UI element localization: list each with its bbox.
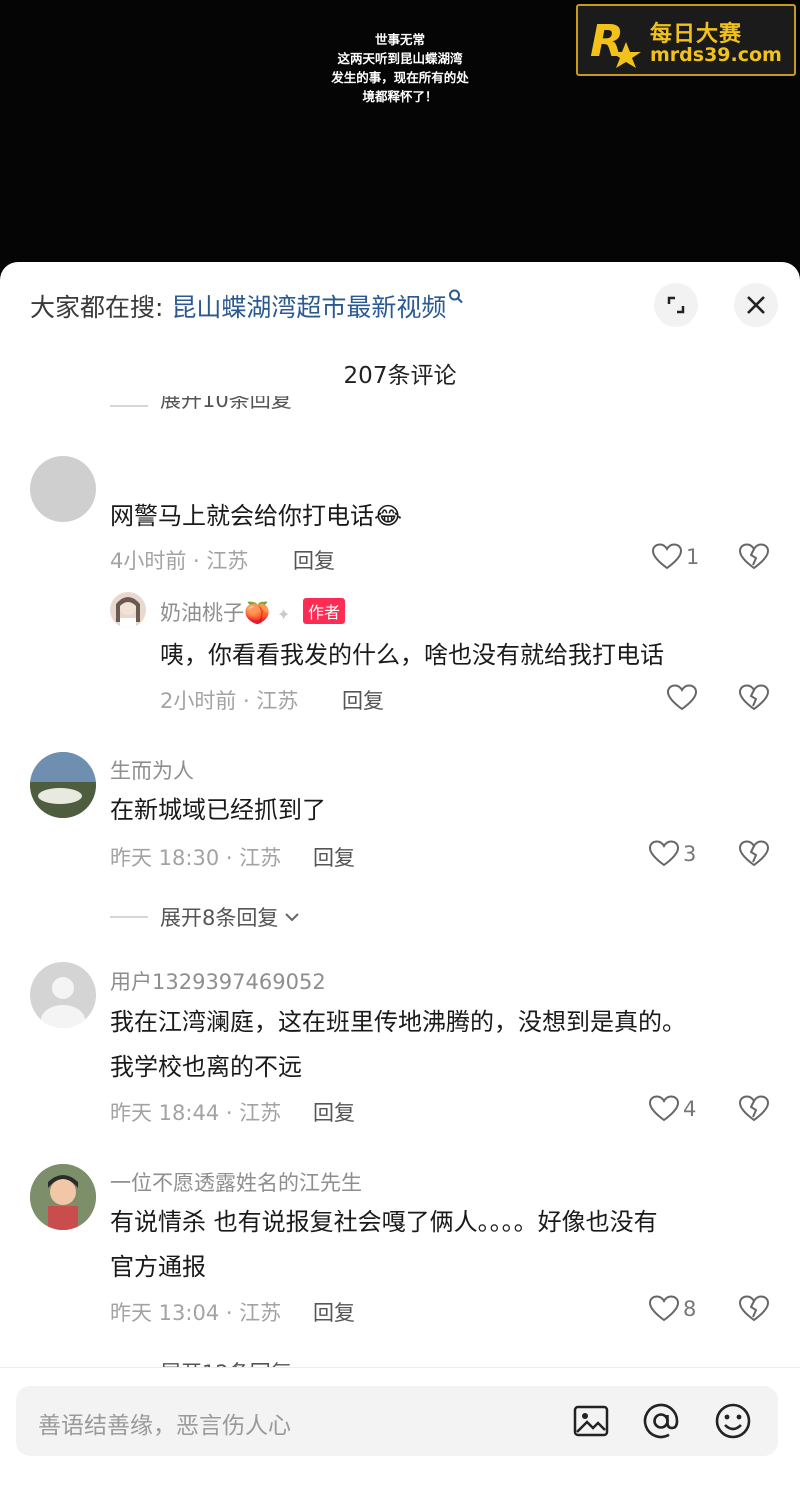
comment-input-bar: 善语结善缘，恶言伤人心 bbox=[0, 1367, 800, 1491]
like-button[interactable]: 3 bbox=[649, 840, 696, 868]
caption-line: 发生的事，现在所有的处 bbox=[331, 70, 469, 85]
expand-icon bbox=[667, 296, 685, 314]
svg-text:R: R bbox=[590, 16, 624, 67]
search-prefix: 大家都在搜: bbox=[30, 293, 164, 322]
comment-time: 4小时前 · 江苏 bbox=[110, 549, 249, 573]
search-icon bbox=[449, 289, 464, 304]
reply-button[interactable]: 回复 bbox=[313, 1097, 355, 1127]
caption-line: 这两天听到昆山蝶湖湾 bbox=[337, 51, 463, 66]
caption-line: 世事无常 bbox=[374, 32, 425, 47]
like-count: 3 bbox=[683, 842, 697, 866]
comment-username[interactable]: 用户1329397469052 bbox=[110, 966, 326, 996]
broken-heart-icon[interactable] bbox=[739, 684, 769, 712]
comment-username[interactable]: 生而为人 bbox=[110, 755, 194, 785]
emoji-icon[interactable] bbox=[713, 1401, 753, 1441]
expand-replies-button[interactable]: 展开10条回复 bbox=[110, 396, 292, 416]
comment-input-placeholder: 善语结善缘，恶言伤人心 bbox=[38, 1413, 291, 1439]
video-player[interactable]: 世事无常 这两天听到昆山蝶湖湾 发生的事，现在所有的处 境都释怀了！ R 每日大… bbox=[0, 0, 800, 275]
like-count: 4 bbox=[683, 1097, 697, 1121]
broken-heart-icon[interactable] bbox=[739, 1095, 769, 1123]
username: 奶油桃子🍑 bbox=[160, 601, 271, 625]
comment-time: 昨天 13:04 · 江苏 bbox=[110, 1301, 282, 1325]
comment-text: 网警马上就会给你打电话😂 bbox=[110, 502, 403, 530]
broken-heart-icon[interactable] bbox=[739, 543, 769, 571]
comment-text: 我学校也离的不远 bbox=[110, 1053, 302, 1081]
divider bbox=[110, 916, 148, 918]
comment-time: 昨天 18:44 · 江苏 bbox=[110, 1101, 282, 1125]
watermark-logo: R 每日大赛 mrds39.com bbox=[576, 4, 796, 76]
expand-replies-label: 展开10条回复 bbox=[160, 396, 292, 412]
avatar-image bbox=[30, 752, 96, 818]
heart-icon[interactable] bbox=[667, 684, 697, 712]
like-button[interactable]: 8 bbox=[649, 1295, 696, 1323]
reply-text: 咦，你看看我发的什么，啥也没有就给我打电话 bbox=[160, 641, 664, 669]
like-button[interactable]: 1 bbox=[652, 543, 699, 571]
expand-replies-label: 展开8条回复 bbox=[160, 906, 279, 930]
heart-icon bbox=[649, 840, 679, 867]
watermark-url: mrds39.com bbox=[650, 44, 782, 66]
reply-button[interactable]: 回复 bbox=[342, 685, 384, 715]
chevron-down-icon bbox=[285, 913, 300, 922]
comment-text: 官方通报 bbox=[110, 1253, 206, 1281]
reply-button[interactable]: 回复 bbox=[313, 1297, 355, 1327]
close-button[interactable] bbox=[734, 283, 778, 327]
at-icon[interactable] bbox=[641, 1401, 681, 1441]
like-button[interactable]: 4 bbox=[649, 1095, 696, 1123]
heart-icon bbox=[649, 1295, 679, 1322]
heart-icon bbox=[649, 1095, 679, 1122]
sparkle-icon: ✦ bbox=[276, 605, 291, 624]
avatar[interactable] bbox=[30, 1164, 96, 1230]
reply-button[interactable]: 回复 bbox=[293, 545, 335, 575]
caption-line: 境都释怀了！ bbox=[362, 89, 438, 104]
comment-input[interactable]: 善语结善缘，恶言伤人心 bbox=[16, 1386, 778, 1456]
author-avatar-image bbox=[116, 597, 140, 628]
avatar[interactable] bbox=[30, 962, 96, 1028]
avatar-image bbox=[30, 1164, 96, 1230]
broken-heart-icon[interactable] bbox=[739, 840, 769, 868]
close-icon bbox=[747, 296, 765, 314]
comment-text: 我在江湾澜庭，这在班里传地沸腾的，没想到是真的。 bbox=[110, 1008, 686, 1036]
reply-button[interactable]: 回复 bbox=[313, 842, 355, 872]
comment-text: 在新城域已经抓到了 bbox=[110, 796, 326, 824]
reply-avatar[interactable] bbox=[110, 592, 146, 628]
heart-icon bbox=[652, 543, 682, 570]
search-term-link[interactable]: 昆山蝶湖湾超市最新视频 bbox=[171, 293, 446, 322]
comment-count: 207条评论 bbox=[343, 363, 457, 389]
screen: 世事无常 这两天听到昆山蝶湖湾 发生的事，现在所有的处 境都释怀了！ R 每日大… bbox=[0, 0, 800, 1491]
image-icon[interactable] bbox=[571, 1401, 611, 1441]
comment-username[interactable]: 一位不愿透露姓名的江先生 bbox=[110, 1167, 362, 1197]
expand-button[interactable] bbox=[654, 283, 698, 327]
like-count: 1 bbox=[686, 545, 700, 569]
divider bbox=[110, 405, 148, 407]
comment-sheet: 大家都在搜: 昆山蝶湖湾超市最新视频 207条评论 展开10条回复 网警马上就会… bbox=[0, 262, 800, 1491]
author-badge: 作者 bbox=[302, 598, 345, 624]
comment-time: 昨天 18:30 · 江苏 bbox=[110, 846, 282, 870]
expand-replies-button[interactable]: 展开8条回复 bbox=[110, 902, 300, 932]
reply-time: 2小时前 · 江苏 bbox=[160, 689, 299, 713]
search-suggestion[interactable]: 大家都在搜: 昆山蝶湖湾超市最新视频 bbox=[30, 288, 464, 324]
video-caption: 世事无常 这两天听到昆山蝶湖湾 发生的事，现在所有的处 境都释怀了！ bbox=[290, 30, 510, 106]
avatar[interactable] bbox=[30, 752, 96, 818]
like-count: 8 bbox=[683, 1297, 697, 1321]
comment-text: 有说情杀 也有说报复社会嘎了俩人。。。。好像也没有 bbox=[110, 1208, 658, 1236]
avatar[interactable] bbox=[30, 456, 96, 522]
default-avatar-icon bbox=[41, 977, 85, 1028]
watermark-r-icon: R bbox=[590, 16, 641, 68]
broken-heart-icon[interactable] bbox=[739, 1295, 769, 1323]
reply-username: 奶油桃子🍑 ✦ 作者 bbox=[160, 597, 345, 627]
